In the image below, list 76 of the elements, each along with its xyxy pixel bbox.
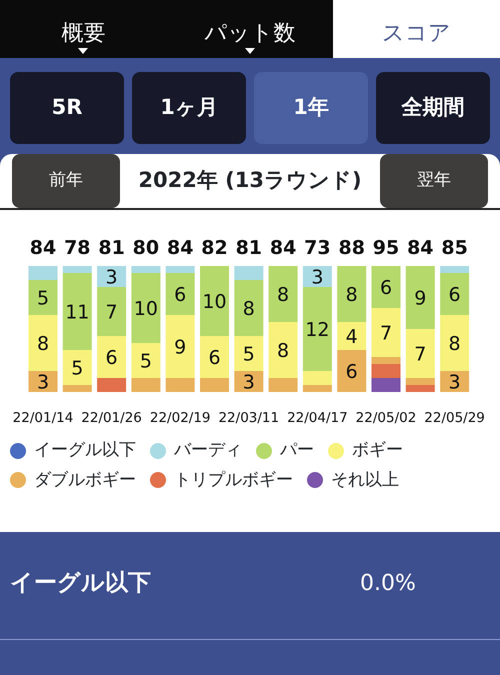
total-label: 85 bbox=[441, 237, 468, 259]
bar-segment bbox=[268, 266, 298, 322]
total-label: 81 bbox=[236, 237, 262, 259]
period-button[interactable]: 1ヶ月 bbox=[132, 72, 246, 144]
data-label: 8 bbox=[277, 284, 290, 306]
tab[interactable]: パット数 bbox=[166, 0, 334, 58]
total-label: 84 bbox=[166, 237, 194, 259]
data-label: 7 bbox=[414, 344, 426, 366]
data-label: 5 bbox=[71, 358, 84, 380]
axis-label: 22/04/17 bbox=[287, 410, 348, 426]
data-label: 3 bbox=[311, 266, 324, 288]
axis-label: 22/03/11 bbox=[218, 410, 280, 426]
total-label: 84 bbox=[407, 237, 434, 259]
dropdown-icon bbox=[78, 48, 88, 54]
total-label: 88 bbox=[338, 237, 365, 259]
data-label: 5 bbox=[242, 344, 255, 366]
data-label: 7 bbox=[106, 302, 118, 324]
data-label: 6 bbox=[106, 347, 118, 369]
total-label: 78 bbox=[64, 237, 91, 259]
data-label: 4 bbox=[346, 326, 358, 348]
period-button[interactable]: 全期間 bbox=[376, 72, 490, 144]
total-label: 84 bbox=[270, 237, 296, 259]
data-label: 8 bbox=[36, 333, 50, 355]
data-label: 3 bbox=[448, 372, 461, 394]
stat-value: 0.0% bbox=[360, 570, 416, 598]
total-label: 95 bbox=[372, 237, 400, 259]
axis-label: 22/05/29 bbox=[424, 410, 485, 426]
data-label: 3 bbox=[106, 266, 118, 288]
data-label: 8 bbox=[448, 333, 461, 355]
total-label: 73 bbox=[304, 237, 331, 259]
data-label: 8 bbox=[346, 284, 358, 306]
tab[interactable]: 概要 bbox=[0, 0, 167, 58]
previous-year-button[interactable]: 前年 bbox=[12, 154, 120, 208]
period-button[interactable]: 1年 bbox=[254, 72, 368, 144]
stat-label: イーグル以下 bbox=[10, 569, 152, 598]
total-label: 82 bbox=[201, 237, 228, 259]
data-label: 6 bbox=[346, 361, 358, 383]
data-label: 9 bbox=[174, 336, 186, 358]
bar-segment bbox=[372, 378, 400, 392]
data-label: 12 bbox=[305, 319, 330, 341]
bar-segment bbox=[372, 266, 400, 308]
data-label: 5 bbox=[140, 350, 152, 372]
legend-label: パー bbox=[280, 439, 314, 462]
data-label: 6 bbox=[174, 284, 186, 306]
data-label: 6 bbox=[380, 277, 392, 299]
legend-label: バーディ bbox=[174, 439, 242, 462]
total-label: 84 bbox=[30, 237, 56, 259]
legend-label: トリプルボギー bbox=[174, 468, 293, 492]
axis-label: 22/05/02 bbox=[356, 410, 416, 426]
data-label: 8 bbox=[242, 298, 255, 320]
data-label: 8 bbox=[277, 340, 290, 362]
data-label: 7 bbox=[380, 322, 392, 344]
data-label: 11 bbox=[65, 302, 90, 324]
data-label: 3 bbox=[242, 372, 255, 394]
data-label: 3 bbox=[36, 372, 50, 394]
total-label: 80 bbox=[132, 237, 160, 259]
data-label: 9 bbox=[414, 288, 426, 310]
legend-label: イーグル以下 bbox=[34, 439, 136, 462]
data-label: 10 bbox=[134, 298, 158, 320]
axis-label: 22/01/14 bbox=[12, 410, 74, 426]
axis-label: 22/02/19 bbox=[150, 410, 211, 426]
dropdown-icon bbox=[245, 48, 255, 54]
period-button[interactable]: 5R bbox=[10, 72, 124, 144]
tab[interactable]: スコア bbox=[333, 0, 500, 58]
data-label: 6 bbox=[208, 347, 221, 369]
axis-label: 22/01/26 bbox=[81, 410, 142, 426]
data-label: 10 bbox=[202, 291, 227, 313]
year-title: 2022年 (13ラウンド) bbox=[137, 167, 363, 194]
bar-segment bbox=[406, 266, 435, 329]
legend-label: それ以上 bbox=[331, 468, 399, 492]
data-label: 6 bbox=[448, 284, 461, 306]
legend-label: ダブルボギー bbox=[34, 468, 136, 492]
total-label: 81 bbox=[98, 237, 125, 259]
next-year-button[interactable]: 翌年 bbox=[380, 154, 488, 208]
legend-label: ボギー bbox=[352, 439, 403, 462]
data-label: 5 bbox=[36, 288, 50, 310]
